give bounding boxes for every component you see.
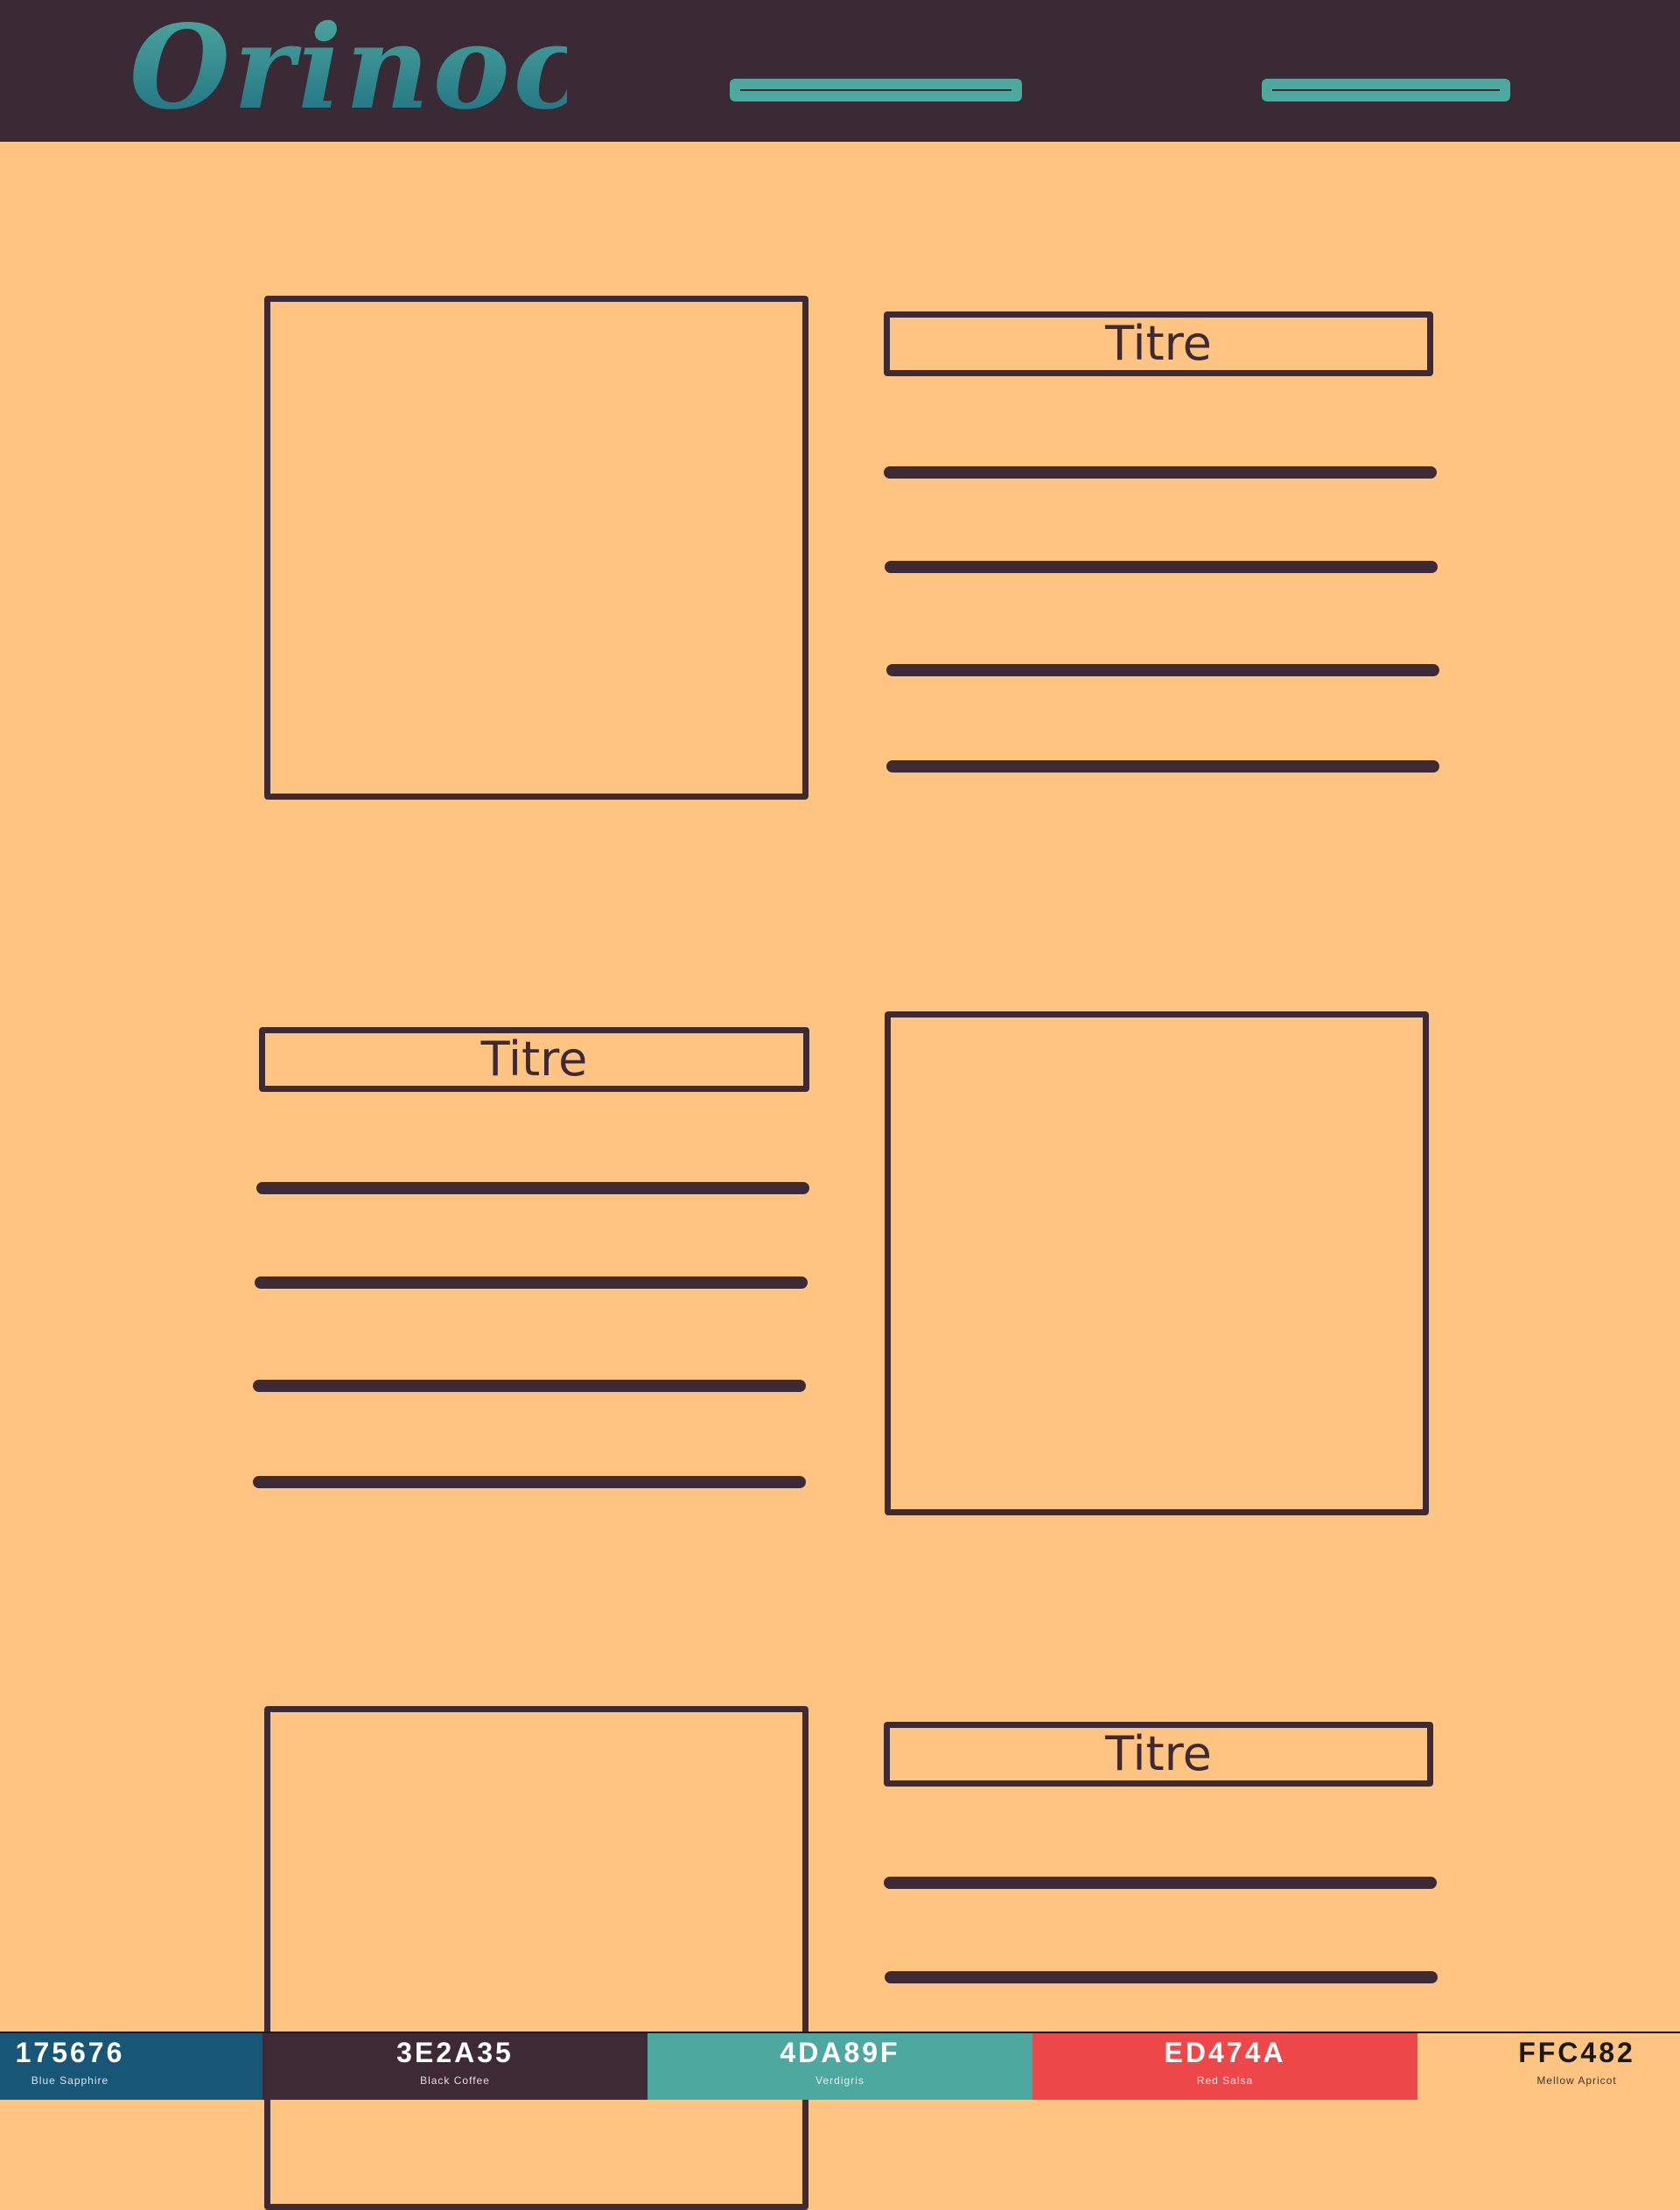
- swatch-hex: 3E2A35: [396, 2037, 514, 2068]
- nav-link-2-placeholder-line: [1272, 89, 1500, 91]
- swatch-name: Verdigris: [816, 2074, 864, 2087]
- section-title-2: Titre: [259, 1027, 809, 1092]
- nav-link-1-placeholder-line: [740, 89, 1012, 91]
- swatch-hex: 4DA89F: [780, 2037, 900, 2068]
- section-title-1: Titre: [884, 311, 1433, 376]
- site-logo[interactable]: Orinoco: [130, 7, 664, 129]
- palette-swatch: FFC482 Mellow Apricot: [1418, 2033, 1680, 2100]
- product-image-placeholder-2: [885, 1011, 1429, 1515]
- swatch-name: Mellow Apricot: [1536, 2074, 1617, 2087]
- palette-swatch: 4DA89F Verdigris: [648, 2033, 1032, 2100]
- text-line-placeholder: [884, 1877, 1437, 1889]
- text-line-placeholder: [885, 561, 1438, 573]
- text-line-placeholder: [886, 664, 1439, 676]
- nav-link-1[interactable]: [730, 79, 1022, 101]
- text-line-placeholder: [884, 466, 1437, 479]
- swatch-name: Black Coffee: [420, 2074, 490, 2087]
- nav-link-2[interactable]: [1262, 79, 1510, 101]
- text-line-placeholder: [885, 1971, 1438, 1983]
- swatch-hex: FFC482: [1518, 2037, 1635, 2068]
- palette-swatch: 3E2A35 Black Coffee: [262, 2033, 648, 2100]
- product-image-placeholder-1: [264, 296, 808, 800]
- text-line-placeholder: [255, 1276, 808, 1289]
- swatch-hex: 175676: [15, 2037, 125, 2068]
- text-line-placeholder: [253, 1476, 806, 1488]
- color-palette-bar: 175676 Blue Sapphire 3E2A35 Black Coffee…: [0, 2032, 1680, 2100]
- section-title-3: Titre: [884, 1722, 1433, 1787]
- text-line-placeholder: [253, 1380, 806, 1392]
- swatch-name: Red Salsa: [1196, 2074, 1254, 2087]
- palette-swatch: ED474A Red Salsa: [1032, 2033, 1418, 2100]
- swatch-name: Blue Sapphire: [31, 2074, 109, 2087]
- text-line-placeholder: [256, 1182, 809, 1194]
- text-line-placeholder: [886, 760, 1439, 773]
- swatch-hex: ED474A: [1164, 2037, 1286, 2068]
- product-image-placeholder-3: [264, 1706, 808, 2210]
- palette-swatch: 175676 Blue Sapphire: [0, 2033, 262, 2100]
